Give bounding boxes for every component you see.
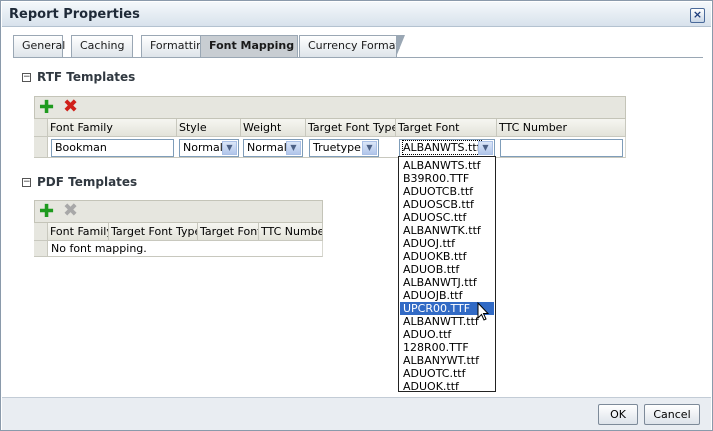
column-header-font-family: Font Family: [48, 119, 177, 137]
style-select[interactable]: Normal ▼: [179, 139, 239, 157]
chevron-down-icon[interactable]: ▼: [478, 141, 493, 155]
dialog-title: Report Properties: [9, 7, 140, 22]
rtf-section-title: RTF Templates: [37, 70, 136, 84]
tab-divider: [13, 57, 703, 58]
column-header-style: Style: [177, 119, 241, 137]
dropdown-option[interactable]: ALBANYWT.ttf: [400, 354, 494, 367]
rtf-toolbar: ✚ ✖: [34, 96, 626, 119]
row-header: [34, 241, 48, 257]
dropdown-option[interactable]: ADUO.ttf: [400, 328, 494, 341]
pdf-toolbar: ✚ ✖: [34, 200, 323, 223]
dropdown-option[interactable]: ADUOJB.ttf: [400, 289, 494, 302]
pdf-section-title: PDF Templates: [37, 175, 138, 189]
dropdown-option[interactable]: ALBANWTJ.ttf: [400, 276, 494, 289]
chevron-down-icon[interactable]: ▼: [222, 141, 237, 155]
dropdown-option[interactable]: ADUOK.ttf: [400, 380, 494, 393]
cancel-button[interactable]: Cancel: [644, 404, 700, 425]
tab-label: Font Mapping: [209, 39, 295, 52]
column-header-ttc-number: TTC Number: [497, 119, 626, 137]
dropdown-option[interactable]: ALBANWTK.ttf: [400, 224, 494, 237]
dropdown-option[interactable]: ADUOTCB.ttf: [400, 185, 494, 198]
target-font-type-value: Truetype: [313, 141, 361, 154]
ttc-number-input[interactable]: [500, 139, 623, 157]
row-header-corner: [34, 223, 48, 241]
add-icon[interactable]: ✚: [39, 203, 54, 221]
chevron-down-icon[interactable]: ▼: [362, 141, 377, 155]
tab-label: Currency Format: [308, 39, 400, 52]
tab-label: General: [22, 39, 66, 52]
column-header-ttc-number: TTC Number: [259, 223, 323, 241]
dropdown-option[interactable]: ADUOB.ttf: [400, 263, 494, 276]
add-icon[interactable]: ✚: [39, 99, 54, 117]
rtf-collapse-icon[interactable]: −: [22, 73, 31, 82]
dropdown-option[interactable]: ADUOKB.ttf: [400, 250, 494, 263]
mouse-pointer-icon: [477, 302, 489, 321]
delete-icon[interactable]: ✖: [63, 98, 78, 116]
dropdown-option[interactable]: B39R00.TTF: [400, 172, 494, 185]
tab-caching[interactable]: Caching: [71, 35, 133, 57]
tab-general[interactable]: General: [13, 35, 66, 57]
chevron-down-icon[interactable]: ▼: [286, 141, 301, 155]
report-properties-dialog: Report Properties × General Caching Form…: [0, 0, 713, 431]
row-header: [34, 137, 48, 158]
dialog-footer: OK Cancel: [2, 397, 711, 430]
column-header-target-font-type: Target Font Type: [109, 223, 198, 241]
style-value: Normal: [183, 141, 223, 154]
tab-currency-format[interactable]: Currency Format: [299, 35, 405, 57]
dropdown-option[interactable]: ADUOSC.ttf: [400, 211, 494, 224]
column-header-target-font: Target Font: [396, 119, 497, 137]
ok-button[interactable]: OK: [598, 404, 638, 425]
dropdown-option[interactable]: 128R00.TTF: [400, 341, 494, 354]
empty-table-message: No font mapping.: [51, 242, 147, 255]
target-font-type-select[interactable]: Truetype ▼: [309, 139, 379, 157]
delete-icon: ✖: [63, 200, 79, 221]
target-font-dropdown-list: ALBANWTS.ttf B39R00.TTF ADUOTCB.ttf ADUO…: [398, 156, 496, 393]
tab-font-mapping[interactable]: Font Mapping: [200, 35, 298, 57]
close-icon[interactable]: ×: [690, 8, 705, 23]
column-header-weight: Weight: [241, 119, 306, 137]
column-header-font-family: Font Family: [48, 223, 109, 241]
dropdown-option[interactable]: ADUOSCB.ttf: [400, 198, 494, 211]
target-font-value: ALBANWTS.ttf: [402, 140, 482, 155]
pdf-collapse-icon[interactable]: −: [22, 178, 31, 187]
column-header-target-font: Target Font: [198, 223, 259, 241]
font-family-input[interactable]: Bookman: [51, 139, 174, 157]
tab-label: Caching: [80, 39, 125, 52]
target-font-select[interactable]: ALBANWTS.ttf ▼: [399, 139, 495, 157]
dropdown-option[interactable]: ADUOTC.ttf: [400, 367, 494, 380]
weight-value: Normal: [247, 141, 287, 154]
dropdown-option[interactable]: ADUOJ.ttf: [400, 237, 494, 250]
column-header-target-font-type: Target Font Type: [306, 119, 396, 137]
title-bar: Report Properties ×: [2, 2, 711, 27]
weight-select[interactable]: Normal ▼: [243, 139, 303, 157]
dropdown-option[interactable]: ALBANWTS.ttf: [400, 159, 494, 172]
row-header-corner: [34, 119, 48, 137]
